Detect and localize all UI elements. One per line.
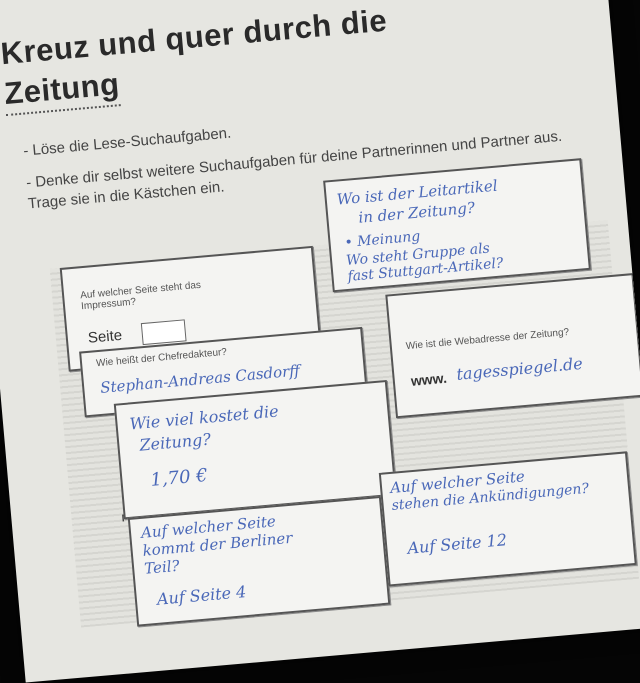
question-webadresse: Wie ist die Webadresse der Zeitung? — [405, 326, 570, 353]
title-line-1: Kreuz und quer durch die — [0, 2, 389, 72]
seite-answer-box[interactable] — [140, 319, 187, 346]
hw-seite4-line3: Teil? — [143, 556, 181, 578]
page-title: Kreuz und quer durch die Zeitung — [0, 1, 392, 117]
question-chefredakteur: Wie heißt der Chefredakteur? — [95, 346, 228, 370]
seite-label: Seite — [87, 326, 123, 347]
title-line-2: Zeitung — [2, 64, 122, 117]
hw-cost-line2: Zeitung? — [138, 429, 212, 455]
card-handwritten-topright: Wo ist der Leitartikel in der Zeitung? •… — [323, 158, 591, 293]
www-prefix: www. — [410, 369, 448, 389]
worksheet-page: Kreuz und quer durch die Zeitung - Löse … — [0, 0, 640, 683]
instruction-1: - Löse die Lese-Suchaufgaben. — [22, 124, 232, 160]
hw-cost-answer: 1,70 € — [149, 464, 209, 491]
card-webadresse: Wie ist die Webadresse der Zeitung? www.… — [385, 273, 640, 419]
hw-seite12-answer: Auf Seite 12 — [406, 530, 508, 558]
hw-seite4-answer: Auf Seite 4 — [156, 582, 248, 609]
question-impressum: Auf welcher Seite steht das Impressum? — [79, 279, 202, 313]
card-seite12: Auf welcher Seite stehen die Ankündigung… — [378, 451, 637, 587]
answer-webadresse: tagesspiegel.de — [455, 353, 584, 384]
card-seite4: Auf welcher Seite kommt der Berliner Tei… — [127, 495, 391, 627]
